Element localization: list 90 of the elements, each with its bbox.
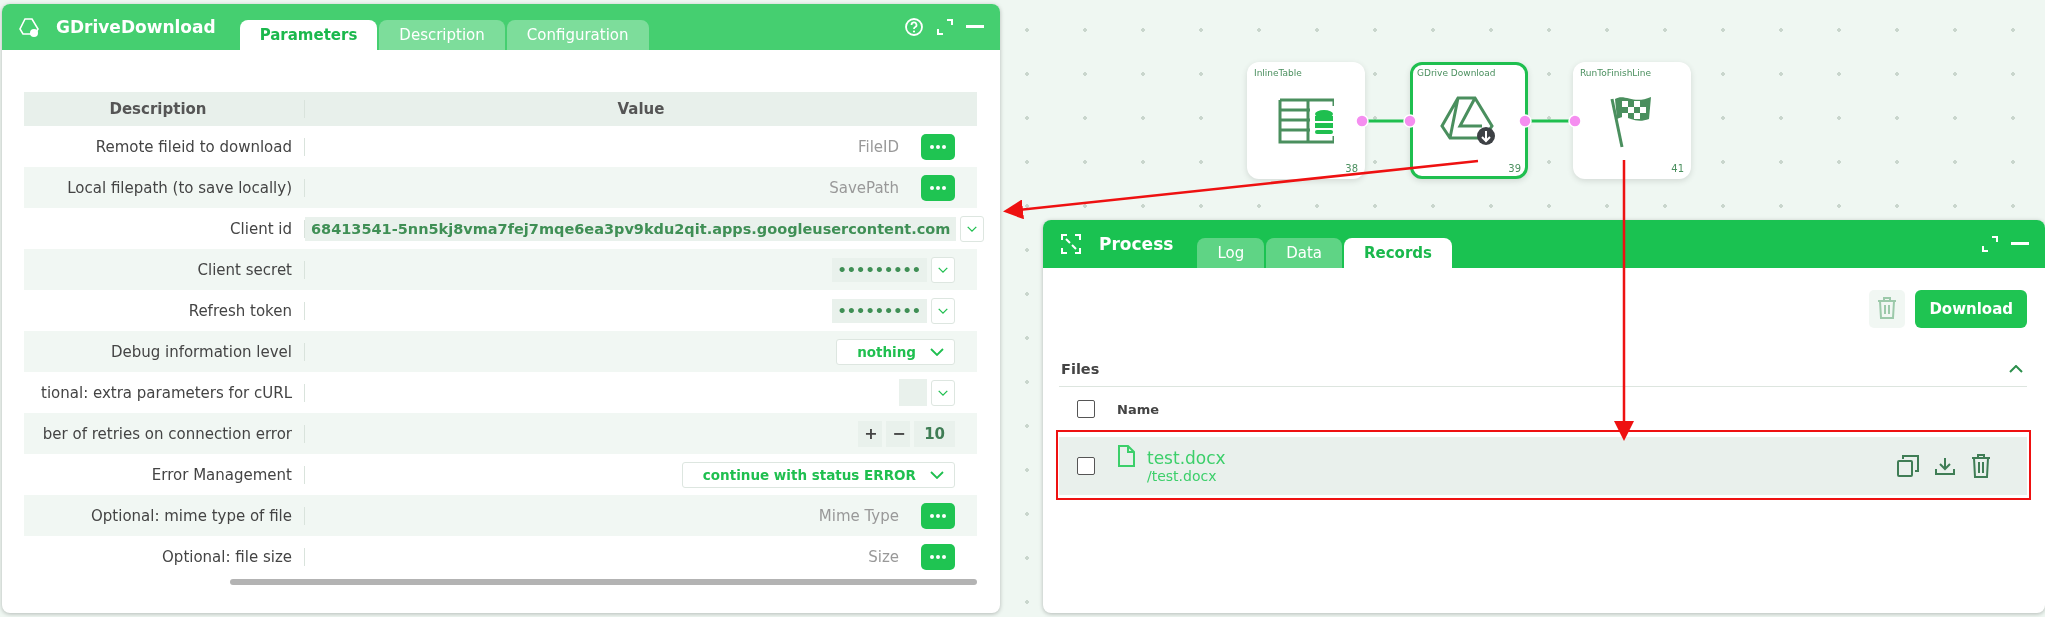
drive-download-icon [1440,95,1498,146]
dropdown[interactable]: nothing [836,338,955,365]
drive-icon [18,17,40,37]
node-number: 39 [1508,163,1521,174]
download-button[interactable]: Download [1915,290,2027,328]
maximize-icon[interactable] [936,18,954,36]
parameter-label: Optional: mime type of file [24,506,305,525]
dropdown-button[interactable] [960,215,985,242]
process-icon [1059,232,1083,256]
parameter-label: Remote fileid to download [24,137,305,156]
window-title: GDriveDownload [56,17,216,37]
select-all-checkbox[interactable] [1077,400,1095,418]
decrement-button[interactable]: − [886,420,911,447]
chevron-down-icon [938,388,948,397]
input-field[interactable]: SavePath [829,178,899,197]
input-field[interactable]: ••••••••• [831,298,927,323]
tab[interactable]: Log [1197,238,1265,268]
tab[interactable]: Description [379,20,505,50]
flow-node[interactable]: InlineTable 38 [1247,62,1365,179]
more-icon [930,185,946,190]
maximize-icon[interactable] [1981,235,1999,253]
more-icon [930,554,946,559]
minimize-icon[interactable] [2011,242,2029,246]
delete-button[interactable] [1869,290,1906,328]
parameter-label: Error Management [24,465,305,484]
parameter-label: Local filepath (to save locally) [24,178,305,197]
delete-icon[interactable] [1971,454,1991,478]
column-header: Value [616,100,666,118]
node-title: GDrive Download [1417,68,1496,78]
chevron-down-icon [938,306,948,315]
node-number: 38 [1345,163,1358,174]
minimize-icon[interactable] [966,25,984,29]
input-field[interactable]: Size [868,547,899,566]
section-title: Files [1061,361,1100,377]
parameter-label: Optional: file size [24,547,305,566]
table-database-icon [1278,97,1334,144]
number-field[interactable]: 10 [914,420,955,447]
port[interactable] [1403,114,1417,128]
tab[interactable]: Parameters [239,20,378,50]
download-icon[interactable] [1935,457,1955,475]
more-icon [930,513,946,518]
parameter-label: Debug information level [24,342,305,361]
port[interactable] [1518,114,1532,128]
checkbox[interactable] [1077,457,1095,475]
file-path: /test.docx [1147,468,1218,484]
parameter-label: Refresh token [24,301,305,320]
parameter-label: ber of retries on connection error [24,424,305,443]
tab[interactable]: Data [1266,238,1342,268]
dropdown-button[interactable] [931,256,955,283]
increment-button[interactable]: + [858,420,883,447]
help-icon[interactable] [904,17,924,37]
chevron-down-icon [967,224,978,233]
connector [1366,119,1407,123]
more-button[interactable] [921,502,955,529]
column-header: Name [1117,401,1159,417]
port[interactable] [1355,114,1369,128]
parameter-label: Client secret [24,260,305,279]
more-icon [930,144,946,149]
collapse-icon[interactable] [2009,365,2023,373]
tab[interactable]: Configuration [506,20,649,50]
flow-node[interactable]: GDrive Download 39 [1410,62,1528,179]
input-field[interactable]: 68413541-5nn5kj8vma7fej7mqe6ea3pv9kdu2qit.apps.googleusercontent.com [305,216,957,241]
window-title: Process [1099,234,1174,254]
more-button[interactable] [921,133,955,160]
parameter-label: tional: extra parameters for cURL [24,383,305,402]
chevron-down-icon [930,470,944,479]
tab[interactable]: Records [1344,238,1452,268]
dropdown-button[interactable] [931,297,955,324]
dropdown-button[interactable] [931,379,955,406]
chevron-down-icon [938,265,948,274]
scrollbar[interactable] [230,579,977,585]
file-icon [1117,445,1135,467]
delete-icon [1877,296,1898,319]
more-button[interactable] [921,174,955,201]
connector [1529,119,1572,123]
input-field[interactable]: FileID [857,137,899,156]
file-name[interactable]: test.docx [1147,448,1226,468]
copy-icon[interactable] [1897,455,1919,477]
file-row[interactable]: test.docx /test.docx [1059,437,2027,495]
chevron-down-icon [930,347,944,356]
more-button[interactable] [921,543,955,570]
port[interactable] [1568,114,1582,128]
node-title: InlineTable [1254,68,1302,78]
node-title: RunToFinishLine [1580,68,1652,78]
flow-node[interactable]: RunToFinishLine 41 [1573,62,1691,179]
input-field[interactable]: ••••••••• [831,257,927,282]
dropdown[interactable]: continue with status ERROR [681,461,955,488]
input-field[interactable]: Mime Type [818,506,899,525]
node-number: 41 [1671,163,1684,174]
column-header: Description [24,100,305,118]
